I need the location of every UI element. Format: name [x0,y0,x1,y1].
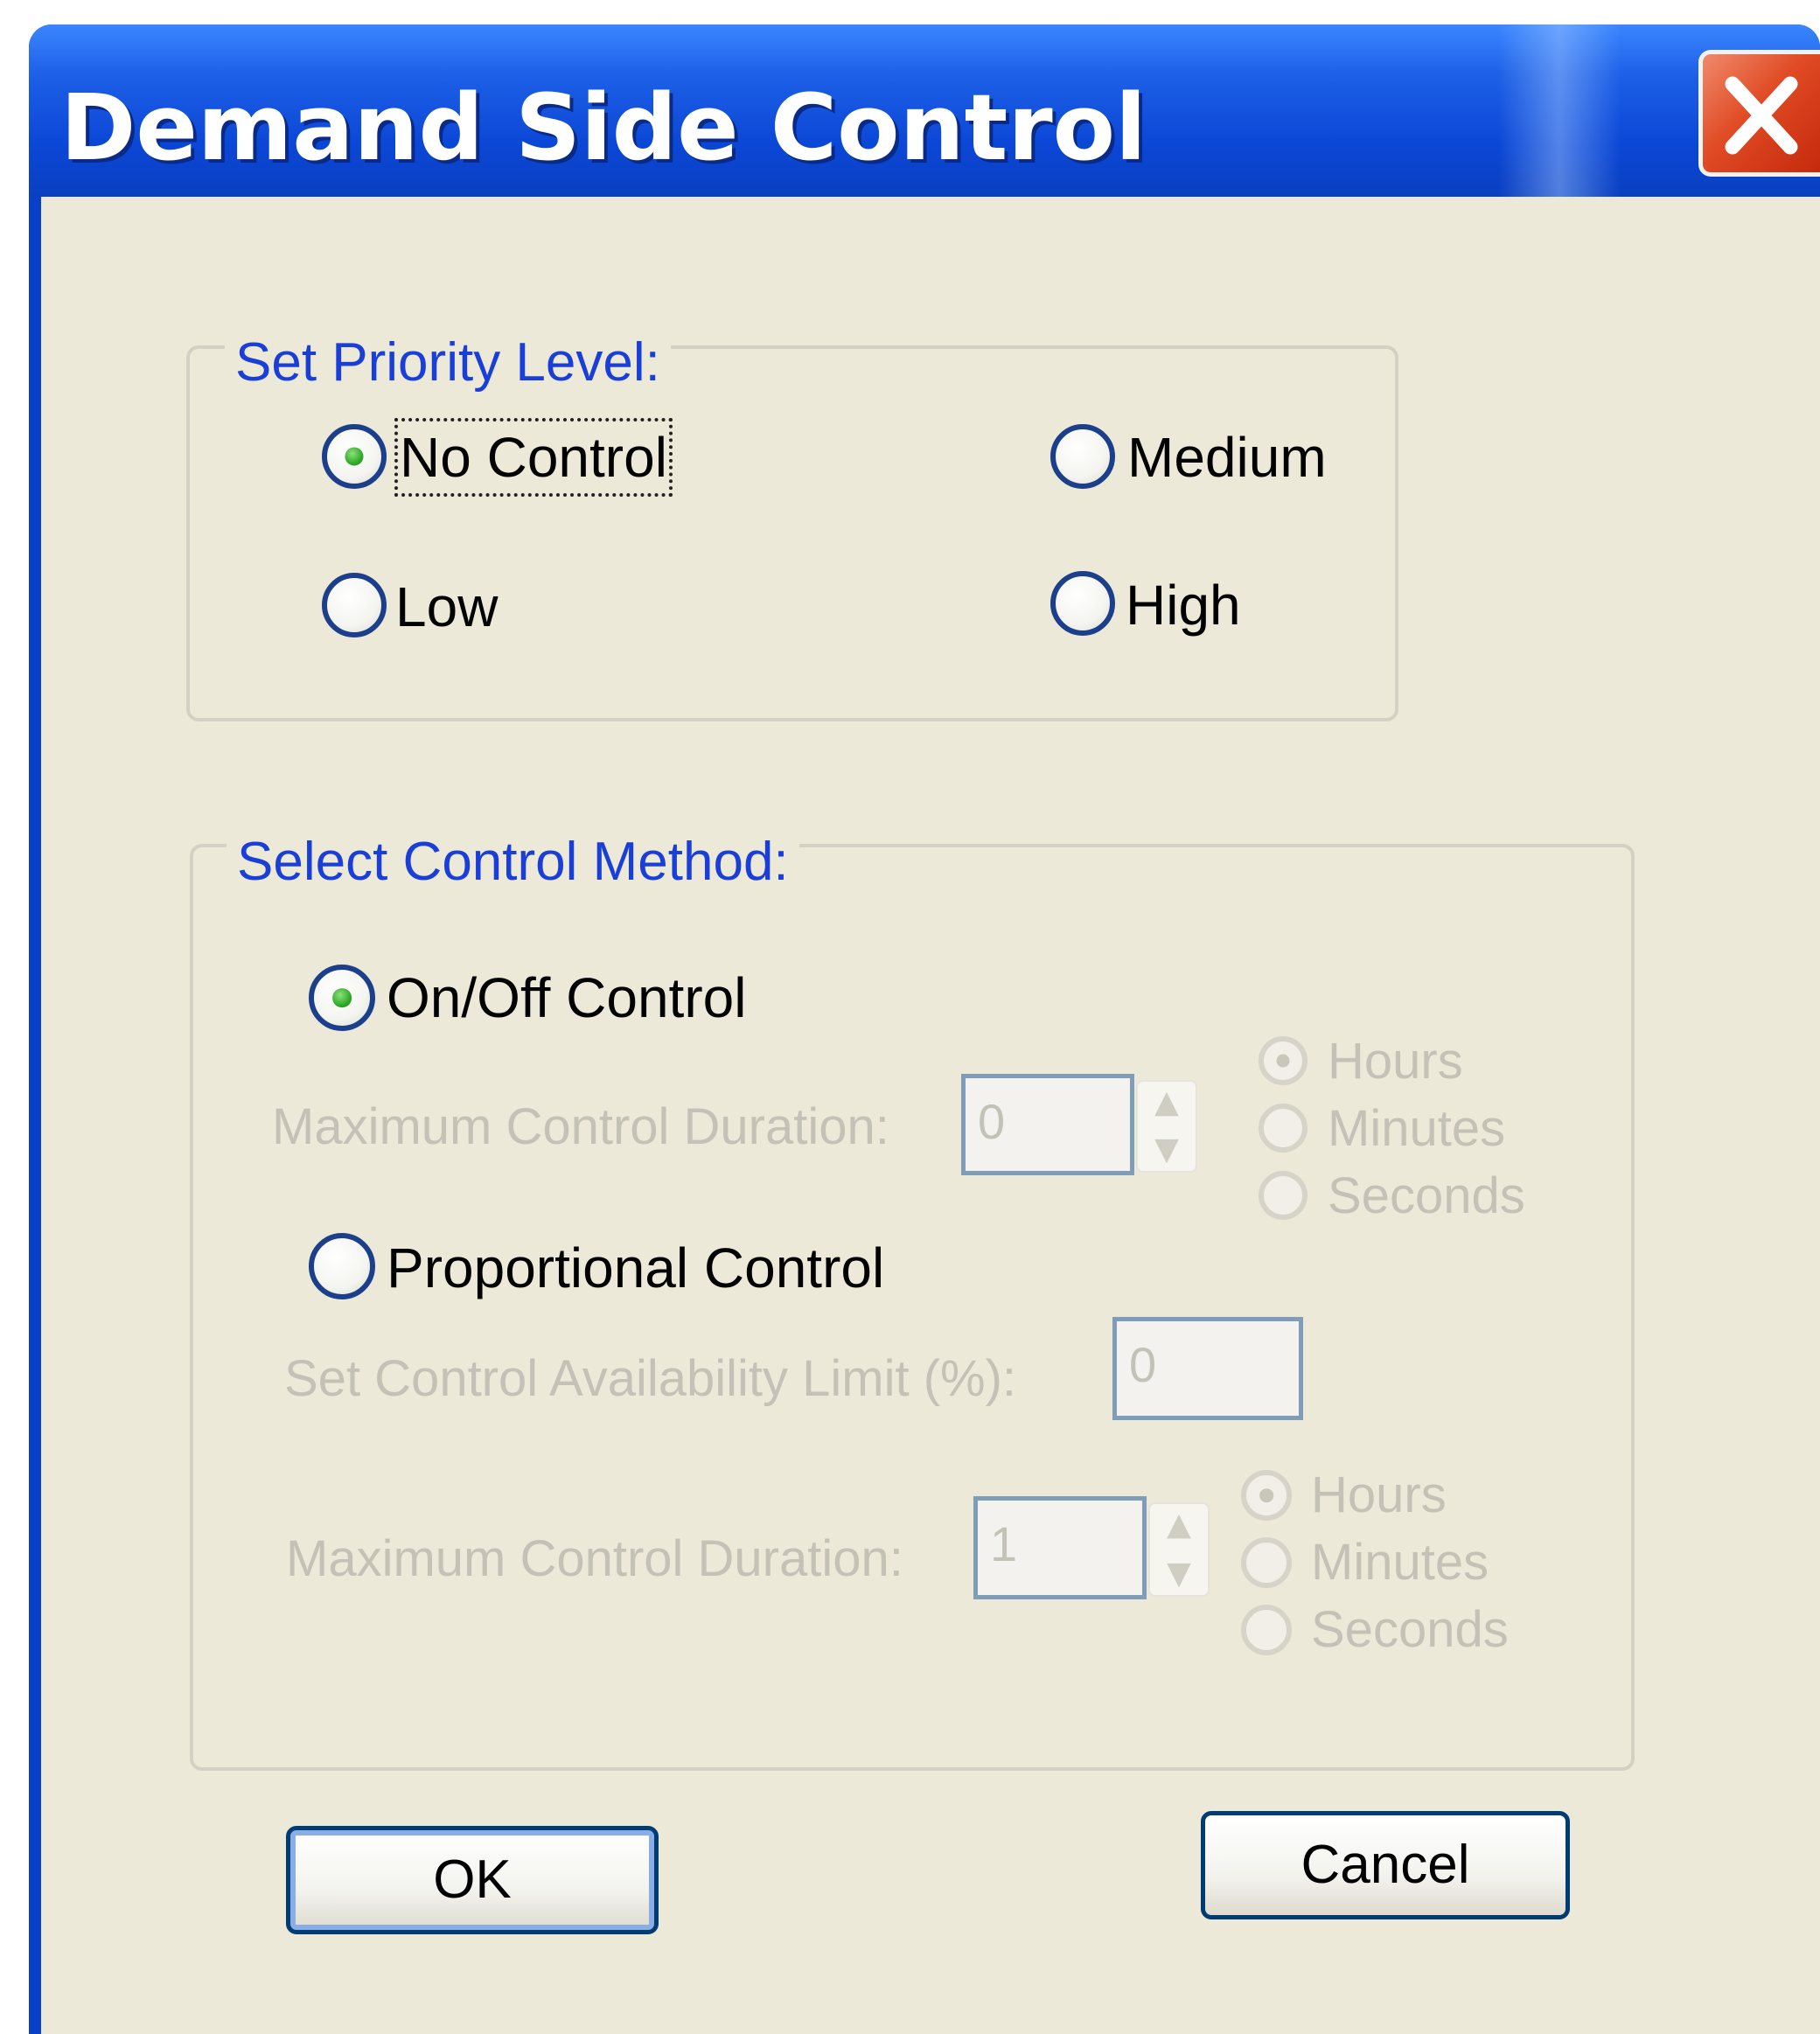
priority-low-radio[interactable] [322,573,387,637]
method-group-label: Select Control Method: [227,829,799,895]
onoff-duration-label: Maximum Control Duration: [272,1098,889,1155]
onoff-minutes-radio[interactable] [1259,1104,1307,1153]
onoff-seconds-label: Seconds [1328,1167,1525,1224]
close-button[interactable] [1698,50,1820,177]
onoff-duration-spinner[interactable]: ▲ ▼ [1136,1080,1197,1173]
proportional-seconds-radio[interactable] [1241,1605,1292,1655]
cancel-button[interactable]: Cancel [1201,1811,1570,1919]
proportional-minutes-radio[interactable] [1241,1537,1292,1588]
proportional-limit-input[interactable]: 0 [1112,1317,1303,1420]
onoff-seconds-radio[interactable] [1259,1171,1307,1220]
priority-high-radio[interactable] [1050,571,1115,636]
spin-up-icon[interactable]: ▲ [1138,1085,1196,1120]
priority-no-control-radio[interactable] [322,424,387,489]
onoff-duration-input[interactable]: 0 [961,1074,1134,1175]
proportional-control-radio[interactable] [309,1233,375,1299]
screen: Demand Side Control Set Priority Level: … [0,0,1820,2034]
proportional-duration-label: Maximum Control Duration: [286,1530,903,1587]
priority-group-label: Set Priority Level: [225,330,671,396]
priority-group [186,345,1398,721]
onoff-hours-radio[interactable] [1259,1036,1307,1085]
spin-down-icon[interactable]: ▼ [1138,1132,1196,1167]
dialog-body: Set Priority Level: No Control Medium Lo… [41,197,1820,2034]
proportional-hours-radio[interactable] [1241,1470,1292,1521]
proportional-limit-label: Set Control Availability Limit (%): [284,1350,1017,1407]
proportional-hours-label: Hours [1311,1466,1447,1523]
dialog-window: Demand Side Control Set Priority Level: … [29,24,1820,2034]
proportional-seconds-label: Seconds [1311,1601,1509,1658]
close-icon [1725,76,1798,155]
onoff-control-radio[interactable] [309,965,375,1031]
title-bar[interactable]: Demand Side Control [29,24,1820,197]
onoff-control-label[interactable]: On/Off Control [387,964,746,1032]
priority-medium-radio[interactable] [1050,424,1115,489]
ok-button[interactable]: OK [286,1826,659,1934]
onoff-minutes-label: Minutes [1328,1100,1506,1157]
spin-down-icon[interactable]: ▼ [1150,1557,1208,1592]
spin-up-icon[interactable]: ▲ [1150,1508,1208,1543]
dialog-title: Demand Side Control [60,74,1147,181]
priority-low-label[interactable]: Low [395,573,498,641]
proportional-minutes-label: Minutes [1311,1534,1489,1591]
proportional-control-label[interactable]: Proportional Control [387,1234,884,1302]
priority-no-control-label[interactable]: No Control [394,418,673,497]
proportional-duration-input[interactable]: 1 [973,1496,1147,1599]
priority-high-label[interactable]: High [1126,571,1241,639]
proportional-duration-spinner[interactable]: ▲ ▼ [1148,1502,1210,1597]
onoff-hours-label: Hours [1328,1033,1463,1090]
priority-medium-label[interactable]: Medium [1127,423,1327,491]
